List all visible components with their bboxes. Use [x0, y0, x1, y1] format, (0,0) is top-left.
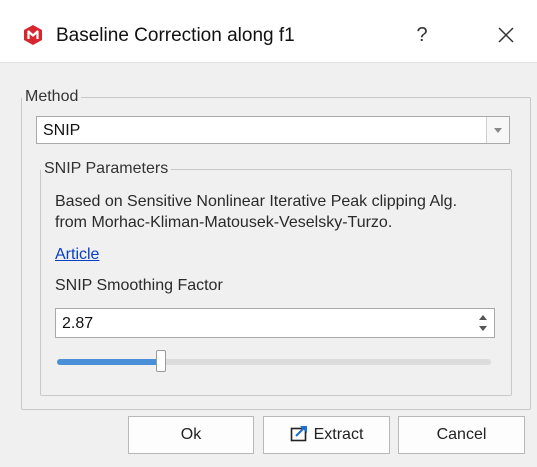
- method-dropdown-value: SNIP: [43, 122, 81, 139]
- export-icon: [290, 426, 307, 442]
- smoothing-factor-spinbox[interactable]: 2.87: [55, 308, 495, 338]
- snip-description-line: from Morhac-Kliman-Matousek-Veselsky-Tur…: [55, 214, 393, 231]
- smoothing-factor-label: SNIP Smoothing Factor: [55, 277, 223, 294]
- cancel-button[interactable]: Cancel: [398, 416, 525, 454]
- extract-button[interactable]: Extract: [263, 416, 390, 454]
- snip-parameters-label: SNIP Parameters: [44, 160, 169, 177]
- smoothing-factor-value[interactable]: 2.87: [62, 315, 93, 333]
- smoothing-factor-slider[interactable]: [57, 350, 491, 374]
- slider-fill: [57, 359, 161, 365]
- title-bar: Baseline Correction along f1 ?: [0, 0, 537, 62]
- snip-description-line: Based on Sensitive Nonlinear Iterative P…: [55, 193, 458, 210]
- help-button[interactable]: ?: [404, 20, 440, 50]
- chevron-down-icon[interactable]: [478, 323, 488, 335]
- snip-description: Based on Sensitive Nonlinear Iterative P…: [55, 191, 505, 233]
- chevron-down-icon[interactable]: [486, 117, 509, 143]
- method-dropdown[interactable]: SNIP: [36, 116, 510, 144]
- slider-handle[interactable]: [156, 350, 166, 372]
- close-button[interactable]: [488, 20, 524, 50]
- mnova-logo-icon: [24, 25, 42, 45]
- chevron-up-icon[interactable]: [478, 311, 488, 323]
- close-icon: [498, 27, 514, 43]
- method-group-label: Method: [25, 88, 79, 105]
- article-link[interactable]: Article: [55, 246, 99, 264]
- ok-button[interactable]: Ok: [128, 416, 254, 454]
- extract-button-label: Extract: [313, 426, 364, 443]
- window-title: Baseline Correction along f1: [56, 25, 295, 46]
